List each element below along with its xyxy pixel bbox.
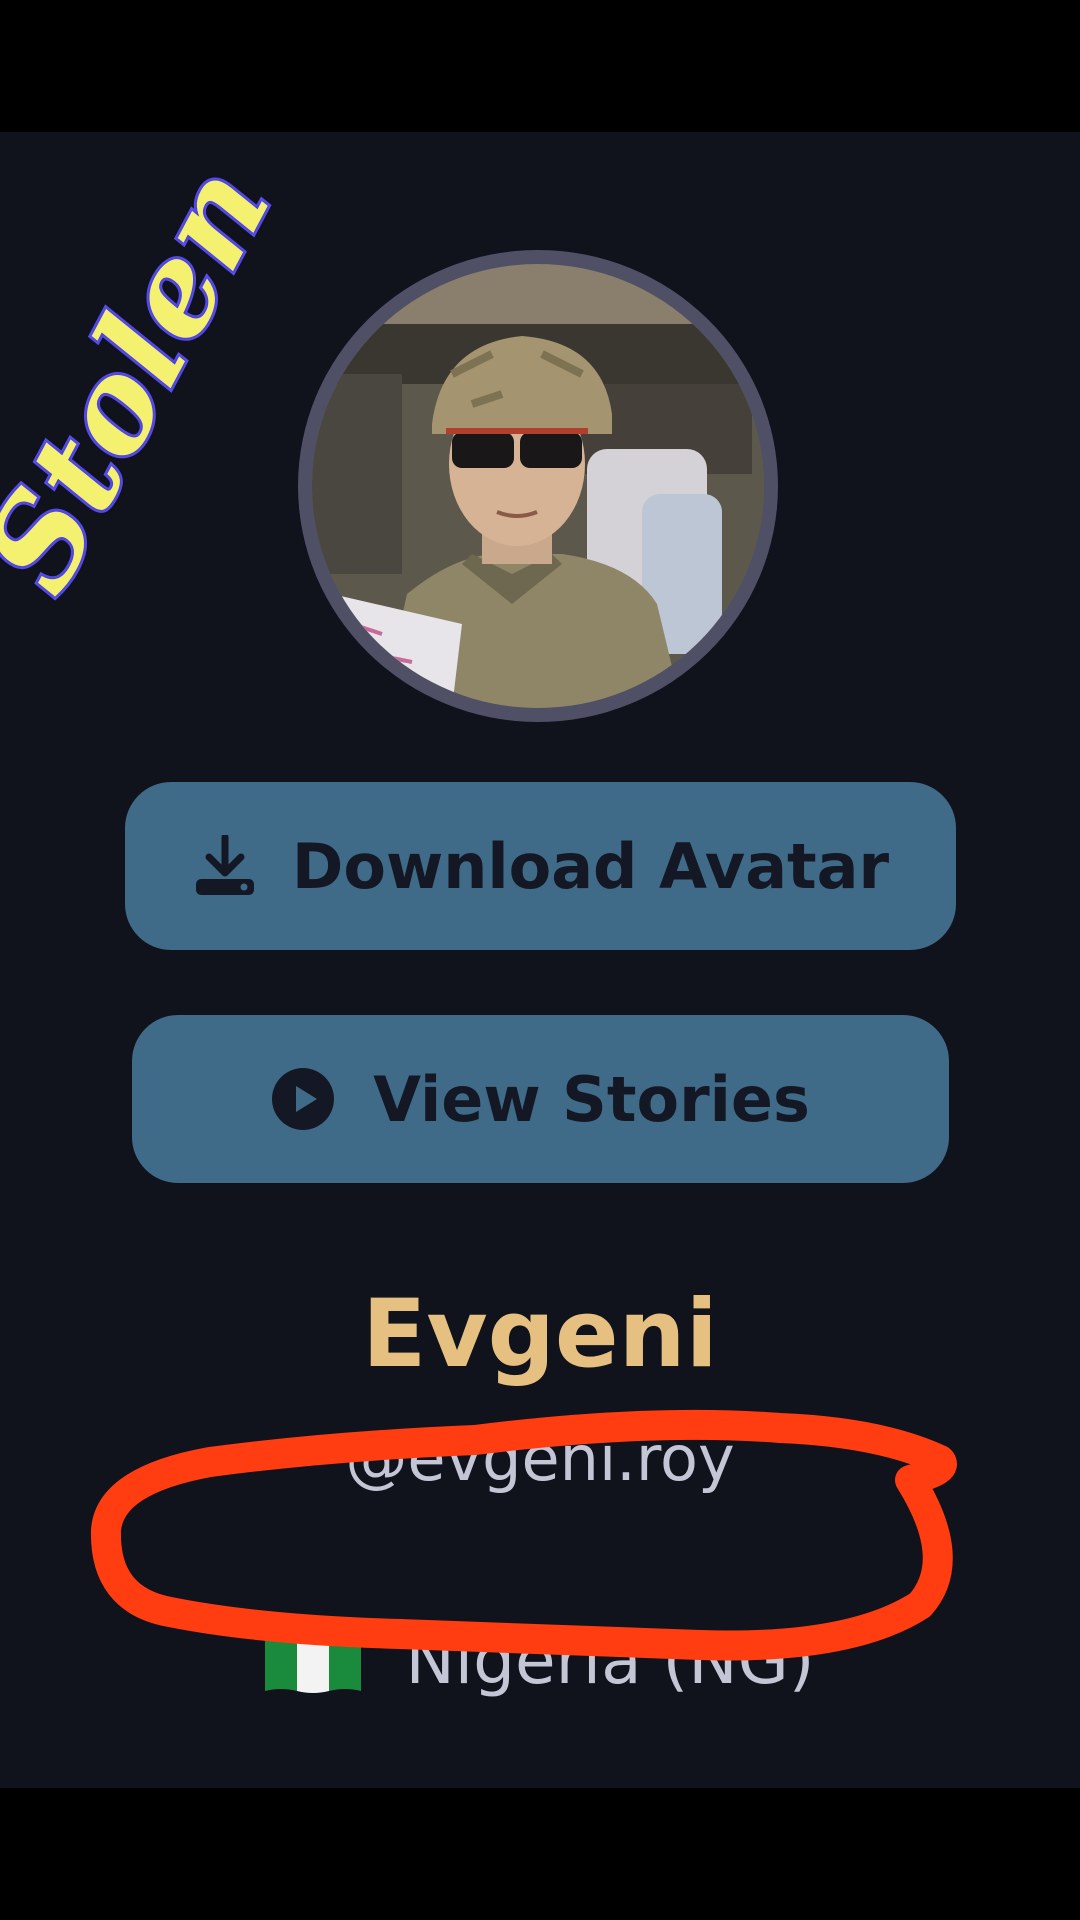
download-icon: [192, 835, 258, 897]
view-stories-button[interactable]: View Stories: [132, 1015, 949, 1183]
display-name: Evgeni: [362, 1280, 718, 1389]
avatar-photo: [312, 264, 764, 708]
country-label: Nigeria (NG): [405, 1622, 815, 1699]
view-stories-label: View Stories: [373, 1062, 810, 1136]
play-circle-icon: [271, 1067, 335, 1131]
download-avatar-button[interactable]: Download Avatar: [125, 782, 956, 950]
profile-avatar[interactable]: [298, 250, 778, 722]
nigeria-flag-icon: [265, 1629, 362, 1693]
top-black-bar: [0, 0, 1080, 132]
bottom-black-bar: [0, 1788, 1080, 1920]
download-avatar-label: Download Avatar: [291, 829, 890, 903]
username: @evgeni.roy: [345, 1422, 735, 1495]
country-row: Nigeria (NG): [0, 1622, 1080, 1699]
